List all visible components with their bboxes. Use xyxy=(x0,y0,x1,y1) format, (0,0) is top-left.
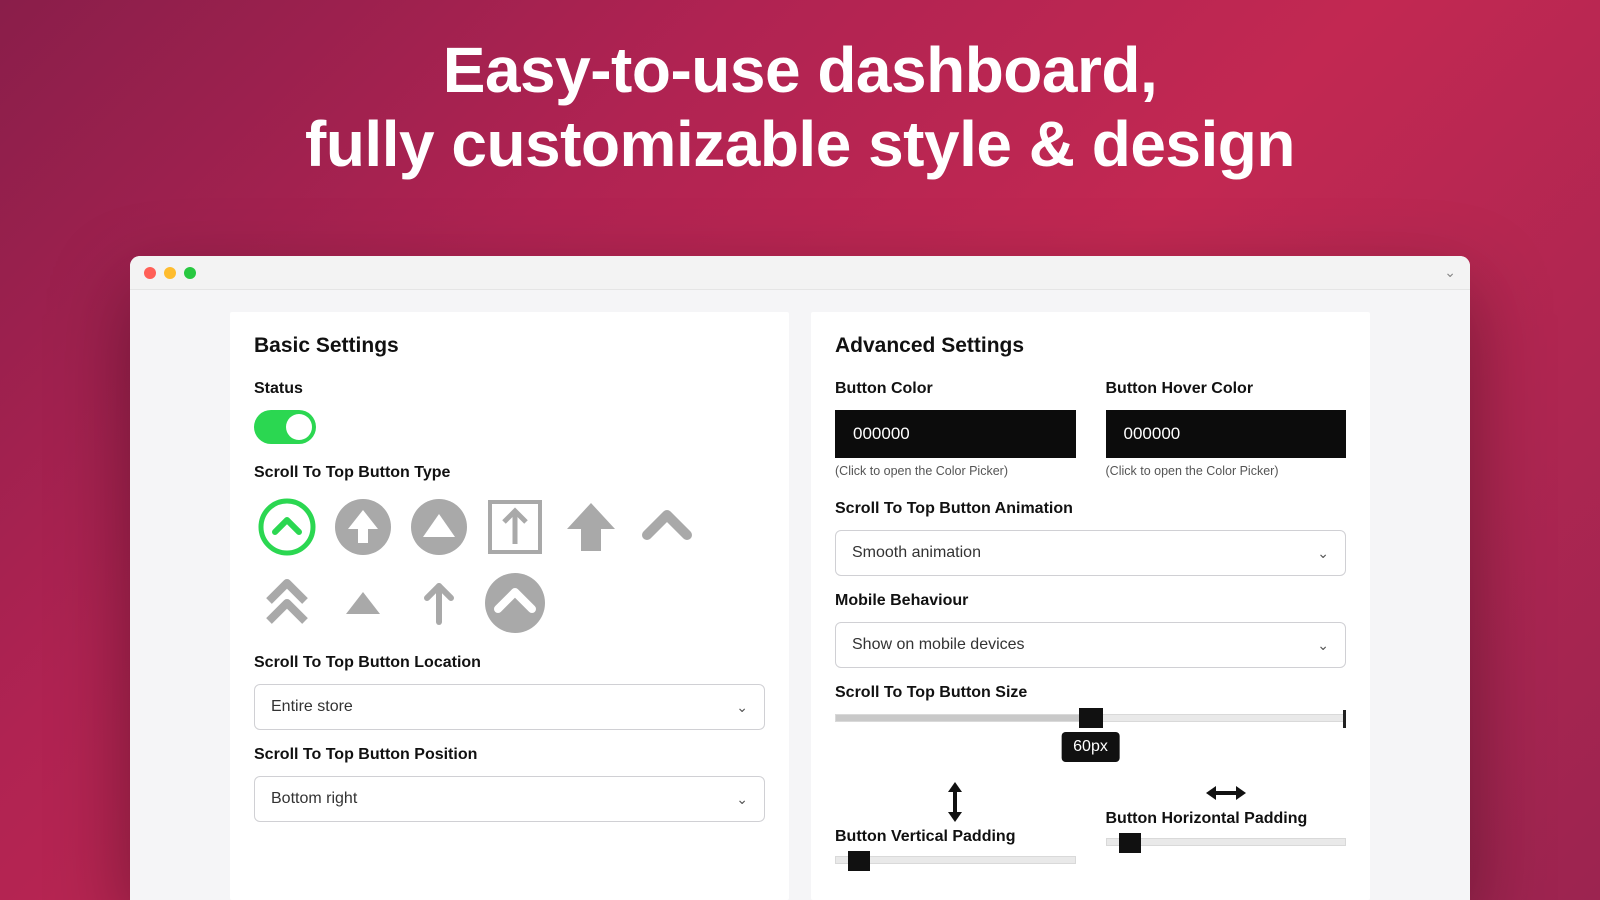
advanced-settings-title: Advanced Settings xyxy=(835,334,1346,358)
basic-settings-panel: Basic Settings Status Scroll To Top Butt… xyxy=(230,312,789,900)
hover-color-picker[interactable]: 000000 xyxy=(1106,410,1347,458)
traffic-lights xyxy=(144,267,196,279)
size-slider[interactable]: 60px xyxy=(835,714,1346,722)
hero-headline: Easy-to-use dashboard, fully customizabl… xyxy=(0,0,1600,181)
animation-label: Scroll To Top Button Animation xyxy=(835,500,1346,518)
vpad-slider[interactable] xyxy=(835,856,1076,864)
hero-line-1: Easy-to-use dashboard, xyxy=(0,34,1600,108)
basic-settings-title: Basic Settings xyxy=(254,334,765,358)
close-dot-icon[interactable] xyxy=(144,267,156,279)
minimize-dot-icon[interactable] xyxy=(164,267,176,279)
button-color-picker[interactable]: 000000 xyxy=(835,410,1076,458)
mobile-select[interactable]: Show on mobile devices ⌄ xyxy=(835,622,1346,668)
button-location-label: Scroll To Top Button Location xyxy=(254,654,765,672)
type-option-double-chevron[interactable] xyxy=(254,570,320,636)
type-option-small-triangle[interactable] xyxy=(330,570,396,636)
hpad-slider[interactable] xyxy=(1106,838,1347,846)
button-color-value: 000000 xyxy=(853,424,910,443)
chevron-down-icon: ⌄ xyxy=(736,699,748,716)
hover-color-label: Button Hover Color xyxy=(1106,380,1347,398)
hero-line-2: fully customizable style & design xyxy=(0,108,1600,182)
animation-select[interactable]: Smooth animation ⌄ xyxy=(835,530,1346,576)
mobile-select-value: Show on mobile devices xyxy=(852,636,1025,654)
location-select-value: Entire store xyxy=(271,698,353,716)
chevron-down-icon[interactable]: ⌄ xyxy=(1444,264,1456,281)
content-area: Basic Settings Status Scroll To Top Butt… xyxy=(130,290,1470,900)
position-select-value: Bottom right xyxy=(271,790,357,808)
hpad-label: Button Horizontal Padding xyxy=(1106,810,1347,828)
vertical-arrows-icon xyxy=(835,782,1076,822)
position-select[interactable]: Bottom right ⌄ xyxy=(254,776,765,822)
slider-end-tick xyxy=(1343,710,1346,728)
animation-select-value: Smooth animation xyxy=(852,544,981,562)
type-option-solid-arrow[interactable] xyxy=(558,494,624,560)
window-titlebar: ⌄ xyxy=(130,256,1470,290)
chevron-down-icon: ⌄ xyxy=(736,791,748,808)
size-label: Scroll To Top Button Size xyxy=(835,684,1346,702)
mobile-label: Mobile Behaviour xyxy=(835,592,1346,610)
advanced-settings-panel: Advanced Settings Button Color 000000 (C… xyxy=(811,312,1370,900)
type-option-circle-wide-chevron[interactable] xyxy=(482,570,548,636)
type-option-thin-arrow[interactable] xyxy=(406,570,472,636)
button-position-label: Scroll To Top Button Position xyxy=(254,746,765,764)
type-option-circle-arrow[interactable] xyxy=(330,494,396,560)
type-option-chevron[interactable] xyxy=(634,494,700,560)
chevron-down-icon: ⌄ xyxy=(1317,545,1329,562)
button-color-label: Button Color xyxy=(835,380,1076,398)
hover-color-value: 000000 xyxy=(1124,424,1181,443)
chevron-down-icon: ⌄ xyxy=(1317,637,1329,654)
status-toggle[interactable] xyxy=(254,410,316,444)
status-label: Status xyxy=(254,380,765,398)
slider-thumb[interactable] xyxy=(1079,708,1103,728)
horizontal-arrows-icon xyxy=(1106,782,1347,804)
app-window: ⌄ Basic Settings Status Scroll To Top Bu… xyxy=(130,256,1470,900)
size-value-badge: 60px xyxy=(1061,732,1120,762)
type-option-square-upload[interactable] xyxy=(482,494,548,560)
button-color-hint: (Click to open the Color Picker) xyxy=(835,464,1076,478)
button-type-label: Scroll To Top Button Type xyxy=(254,464,765,482)
type-option-circle-triangle[interactable] xyxy=(406,494,472,560)
vpad-label: Button Vertical Padding xyxy=(835,828,1076,846)
button-type-grid xyxy=(254,494,714,636)
hover-color-hint: (Click to open the Color Picker) xyxy=(1106,464,1347,478)
location-select[interactable]: Entire store ⌄ xyxy=(254,684,765,730)
type-option-circle-chevron[interactable] xyxy=(254,494,320,560)
maximize-dot-icon[interactable] xyxy=(184,267,196,279)
